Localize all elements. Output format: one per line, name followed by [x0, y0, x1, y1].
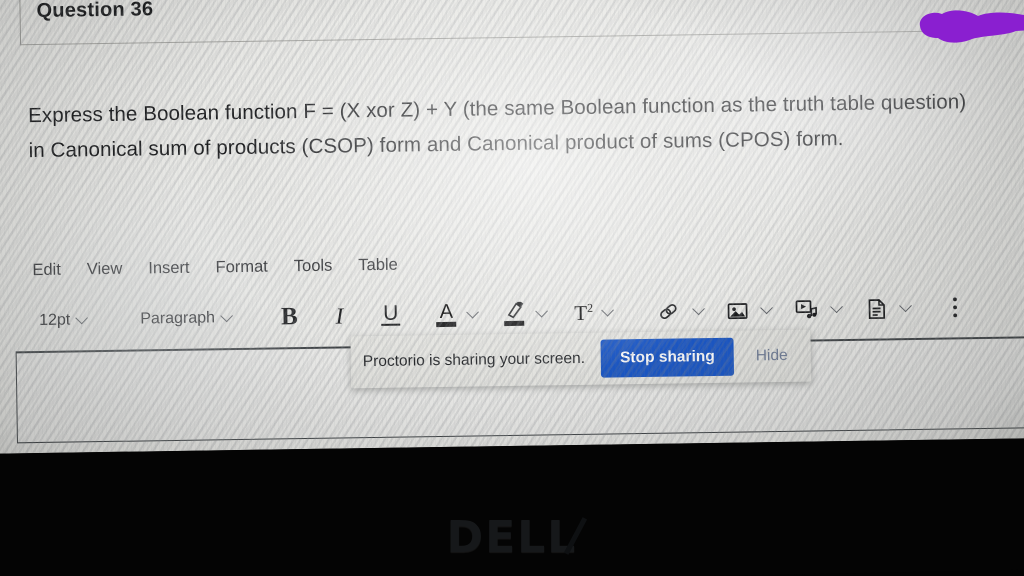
photo-of-laptop-screen: DELL Question 36 Express the Boolean fun…	[0, 0, 1024, 576]
question-header: Question 36	[22, 0, 1024, 45]
underline-glyph: U	[381, 301, 401, 326]
pen-glyph	[507, 301, 524, 319]
screen-share-notification-bar: Proctorio is sharing your screen. Stop s…	[350, 329, 812, 389]
menu-item-table[interactable]: Table	[358, 255, 398, 275]
editor-menubar: Edit View Insert Format Tools Table	[32, 252, 398, 283]
screen-share-message: Proctorio is sharing your screen.	[362, 349, 586, 371]
text-color-letter: A	[439, 300, 454, 323]
kebab-menu-icon	[953, 297, 958, 318]
dell-brand-logo: DELL	[446, 512, 578, 563]
chevron-down-icon	[75, 311, 89, 324]
font-size-dropdown[interactable]: 12pt	[39, 311, 89, 330]
monitor-screen: Question 36 Express the Boolean function…	[0, 0, 1024, 454]
superscript-icon: T2	[574, 300, 593, 325]
highlighter-pen-icon	[503, 301, 525, 327]
menu-item-insert[interactable]: Insert	[148, 258, 190, 278]
bold-button[interactable]: B	[281, 303, 298, 331]
image-icon	[727, 302, 748, 319]
question-title: Question 36	[36, 0, 154, 22]
chevron-down-icon	[220, 309, 233, 322]
font-size-value: 12pt	[39, 311, 71, 329]
text-color-swatch	[436, 321, 457, 327]
superscript-exponent: 2	[586, 300, 594, 315]
highlight-color-control[interactable]	[503, 301, 549, 327]
superscript-letter: T	[574, 300, 588, 325]
question-left-rule	[19, 0, 22, 46]
chevron-down-icon	[601, 303, 614, 317]
chevron-down-icon	[466, 305, 480, 319]
menu-item-tools[interactable]: Tools	[294, 256, 333, 276]
hide-notification-button[interactable]: Hide	[756, 347, 788, 365]
chevron-down-icon	[760, 300, 773, 314]
insert-link-control[interactable]	[658, 301, 705, 322]
superscript-control[interactable]: T2	[574, 300, 614, 326]
underline-button[interactable]: U	[381, 301, 401, 326]
text-color-icon: A	[436, 300, 457, 327]
chevron-down-icon	[535, 304, 549, 318]
question-text: Express the Boolean function F = (X xor …	[27, 90, 967, 163]
document-icon	[868, 298, 886, 319]
text-color-control[interactable]: A	[436, 300, 480, 327]
underline-rule	[381, 323, 401, 326]
block-format-value: Paragraph	[140, 309, 216, 328]
chevron-down-icon	[830, 299, 843, 313]
menu-item-edit[interactable]: Edit	[32, 260, 61, 279]
insert-document-control[interactable]	[867, 298, 912, 320]
menu-item-format[interactable]: Format	[215, 257, 268, 277]
insert-image-control[interactable]	[727, 300, 773, 321]
block-format-dropdown[interactable]: Paragraph	[140, 309, 233, 328]
chevron-down-icon	[899, 298, 912, 312]
insert-media-control[interactable]	[795, 299, 843, 320]
chevron-down-icon	[692, 302, 705, 315]
highlight-color-swatch	[504, 320, 525, 327]
italic-button[interactable]: I	[335, 303, 343, 329]
link-icon	[660, 304, 677, 320]
media-icon	[795, 300, 817, 319]
underline-letter: U	[383, 301, 399, 325]
stop-sharing-button[interactable]: Stop sharing	[600, 337, 735, 378]
menu-item-view[interactable]: View	[87, 259, 123, 279]
more-options-button[interactable]	[952, 296, 958, 318]
